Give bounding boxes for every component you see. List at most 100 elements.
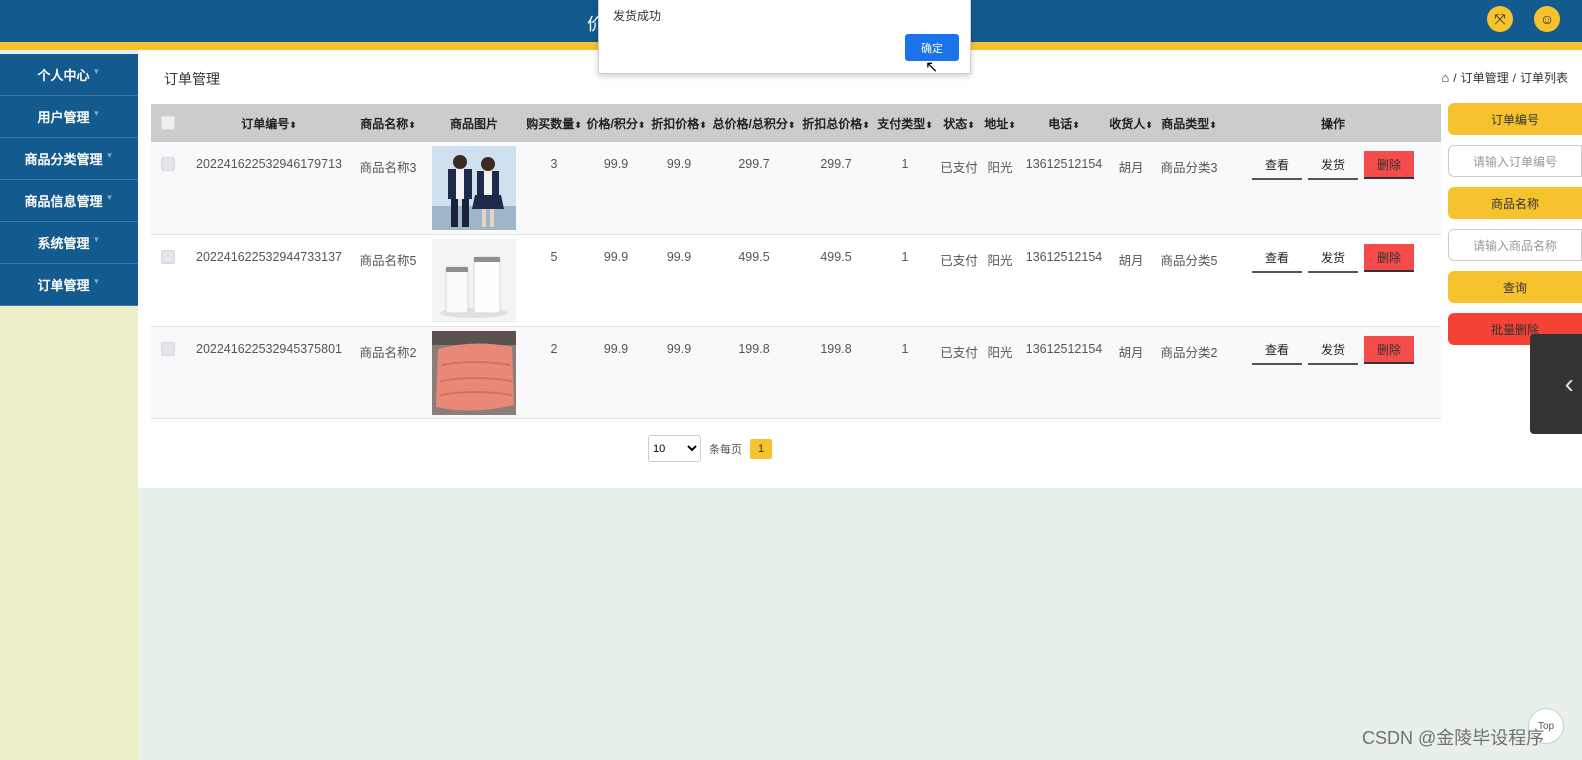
ship-button[interactable]: 发货	[1308, 152, 1358, 180]
cell-total: 299.7	[709, 142, 799, 235]
sidebar: 个人中心 ▼ 用户管理 ▼ 商品分类管理 ▼ 商品信息管理 ▼ 系统管理 ▼ 订单管理 ▼	[0, 54, 138, 760]
cell-discount-price: 99.9	[649, 142, 709, 235]
cell-pay-type: 1	[873, 326, 937, 419]
header-total[interactable]: 总价格/总积分⬍	[709, 104, 799, 142]
view-button[interactable]: 查看	[1252, 245, 1302, 273]
header-receiver[interactable]: 收货人⬍	[1109, 104, 1153, 142]
sidebar-item-user-management[interactable]: 用户管理 ▼	[0, 96, 138, 138]
delete-button[interactable]: 删除	[1364, 335, 1414, 364]
row-checkbox[interactable]	[161, 249, 175, 264]
sidebar-item-product-management[interactable]: 商品信息管理 ▼	[0, 180, 138, 222]
orders-table: 订单编号⬍ 商品名称⬍ 商品图片 购买数量⬍ 价格/积分⬍ 折扣价格⬍ 总价格/…	[151, 104, 1441, 419]
sort-icon: ⬍	[408, 119, 416, 130]
sort-icon: ⬍	[1145, 119, 1153, 130]
sort-icon: ⬍	[862, 119, 870, 130]
sidebar-item-system-management[interactable]: 系统管理 ▼	[0, 222, 138, 264]
sort-icon: ⬍	[289, 119, 297, 130]
header-status[interactable]: 状态⬍	[937, 104, 981, 142]
product-name-input[interactable]: 请输入商品名称	[1448, 229, 1582, 261]
header-product-type[interactable]: 商品类型⬍	[1153, 104, 1225, 142]
watermark: CSDN @金陵毕设程序	[1362, 728, 1545, 748]
home-icon[interactable]: ⌂	[1441, 70, 1449, 85]
chevron-left-icon: ‹	[1564, 368, 1574, 399]
sort-icon: ⬍	[1008, 119, 1016, 130]
header-address[interactable]: 地址⬍	[981, 104, 1019, 142]
query-button[interactable]: 查询	[1448, 271, 1582, 303]
cell-status: 已支付	[937, 326, 981, 419]
select-all-checkbox[interactable]	[161, 115, 175, 130]
header-product-name[interactable]: 商品名称⬍	[353, 104, 423, 142]
page-number-button[interactable]: 1	[750, 438, 772, 459]
sort-icon: ⬍	[967, 119, 975, 130]
sidebar-item-label: 系统管理	[37, 236, 90, 251]
search-panel: 订单编号 请输入订单编号 商品名称 请输入商品名称 查询 批量删除	[1448, 103, 1582, 355]
dialog-message: 发货成功	[613, 9, 662, 23]
caret-down-icon: ▼	[105, 193, 114, 202]
ship-button[interactable]: 发货	[1308, 337, 1358, 365]
header-discount-price[interactable]: 折扣价格⬍	[649, 104, 709, 142]
user-icon[interactable]: ☺	[1534, 6, 1560, 32]
header-price[interactable]: 价格/积分⬍	[583, 104, 649, 142]
delete-button[interactable]: 删除	[1364, 151, 1414, 179]
cell-order-no: 202241622532945375801	[185, 326, 353, 419]
pagination: 10 条每页 1	[648, 435, 772, 462]
page-title: 订单管理	[164, 71, 220, 87]
cell-order-no: 202241622532944733137	[185, 234, 353, 327]
cell-ops: 查看 发货 删除	[1225, 326, 1441, 419]
table-row: 202241622532945375801 商品名称2 2 99.9 99.9 …	[151, 326, 1441, 419]
sort-icon: ⬍	[699, 119, 707, 130]
cell-qty: 5	[525, 234, 583, 327]
cell-address: 阳光	[981, 234, 1019, 327]
caret-down-icon: ▼	[105, 151, 114, 160]
alert-dialog: 发货成功 确定	[598, 0, 971, 74]
breadcrumb: ⌂ / 订单管理 / 订单列表	[1441, 69, 1568, 86]
breadcrumb-level1[interactable]: 订单管理	[1461, 69, 1509, 86]
product-name-label: 商品名称	[1448, 187, 1582, 219]
caret-down-icon: ▼	[92, 109, 101, 118]
cell-pay-type: 1	[873, 142, 937, 235]
cell-product-name: 商品名称5	[353, 234, 423, 327]
header-ops: 操作	[1225, 104, 1441, 142]
ship-button[interactable]: 发货	[1308, 245, 1358, 273]
cell-discount-total: 199.8	[799, 326, 873, 419]
table-header-row: 订单编号⬍ 商品名称⬍ 商品图片 购买数量⬍ 价格/积分⬍ 折扣价格⬍ 总价格/…	[151, 104, 1441, 142]
header-qty[interactable]: 购买数量⬍	[525, 104, 583, 142]
breadcrumb-separator: /	[1453, 70, 1457, 85]
cell-receiver: 胡月	[1109, 142, 1153, 235]
cell-total: 199.8	[709, 326, 799, 419]
delete-button[interactable]: 删除	[1364, 243, 1414, 272]
cell-receiver: 胡月	[1109, 234, 1153, 327]
sidebar-item-category-management[interactable]: 商品分类管理 ▼	[0, 138, 138, 180]
pink-quilt-photo[interactable]	[432, 330, 516, 415]
order-no-input[interactable]: 请输入订单编号	[1448, 145, 1582, 177]
sidebar-item-order-management[interactable]: 订单管理 ▼	[0, 264, 138, 306]
header-order-no[interactable]: 订单编号⬍	[185, 104, 353, 142]
school-uniform-photo[interactable]	[432, 146, 516, 230]
row-checkbox[interactable]	[161, 341, 175, 356]
header-product-image: 商品图片	[423, 104, 525, 142]
cell-phone: 13612512154	[1019, 234, 1109, 327]
page-size-select[interactable]: 10	[648, 435, 701, 462]
sort-icon: ⬍	[637, 119, 646, 130]
header-discount-total[interactable]: 折扣总价格⬍	[799, 104, 873, 142]
header-pay-type[interactable]: 支付类型⬍	[873, 104, 937, 142]
cell-product-name: 商品名称2	[353, 326, 423, 419]
table-row: 202241622532944733137 商品名称5 5 99.9 99.9 …	[151, 234, 1441, 327]
sidebar-item-label: 商品信息管理	[24, 194, 103, 209]
view-button[interactable]: 查看	[1252, 337, 1302, 365]
view-button[interactable]: 查看	[1252, 152, 1302, 180]
cell-discount-price: 99.9	[649, 234, 709, 327]
breadcrumb-level2: 订单列表	[1519, 71, 1568, 85]
sidebar-item-personal-center[interactable]: 个人中心 ▼	[0, 54, 138, 96]
white-cups-photo[interactable]	[432, 238, 516, 323]
cell-pay-type: 1	[873, 234, 937, 327]
cell-phone: 13612512154	[1019, 142, 1109, 235]
row-checkbox[interactable]	[161, 157, 175, 171]
expand-arrows-icon[interactable]: ⤧	[1487, 6, 1513, 32]
collapse-tab[interactable]: ‹	[1530, 334, 1582, 434]
cell-product-type: 商品分类3	[1153, 142, 1225, 235]
cell-qty: 3	[525, 142, 583, 235]
header-phone[interactable]: 电话⬍	[1019, 104, 1109, 142]
per-page-label: 条每页	[709, 443, 742, 456]
cell-total: 499.5	[709, 234, 799, 327]
